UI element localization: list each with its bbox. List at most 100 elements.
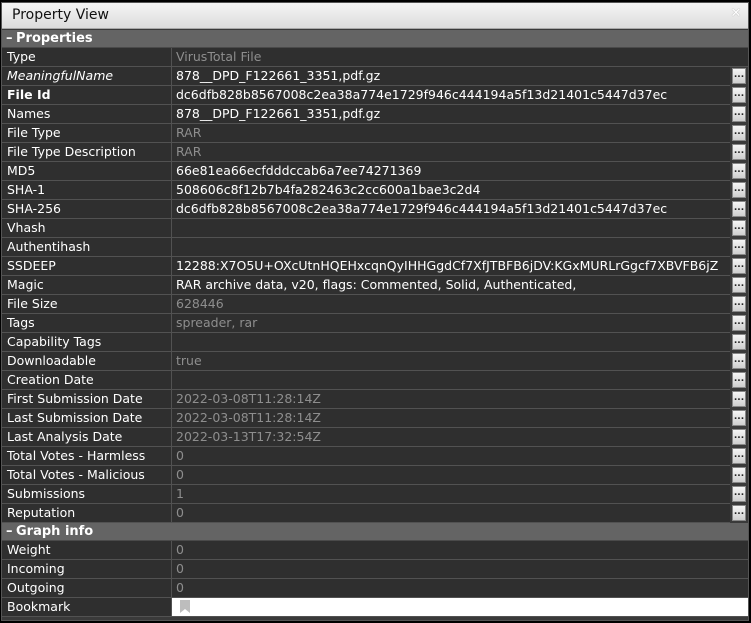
property-value[interactable]: dc6dfb828b8567008c2ea38a774e1729f946c444…	[172, 200, 730, 219]
property-name: Tags	[2, 314, 172, 333]
ellipsis-button[interactable]: ...	[732, 391, 746, 407]
ellipsis-button[interactable]: ...	[732, 201, 746, 217]
property-row: Total Votes - Harmless 0...	[2, 447, 748, 466]
ellipsis-button[interactable]: ...	[732, 315, 746, 331]
property-name: Vhash	[2, 219, 172, 238]
property-name: Last Analysis Date	[2, 428, 172, 447]
property-value[interactable]: 878__DPD_F122661_3351,pdf.gz	[172, 105, 730, 124]
graph-row: Weight 0	[2, 541, 748, 560]
ellipsis-button[interactable]: ...	[732, 505, 746, 521]
collapse-icon[interactable]: –	[6, 30, 16, 48]
property-value[interactable]	[172, 238, 730, 257]
section-graph-info[interactable]: – Graph info	[2, 523, 748, 541]
property-row: SSDEEP 12288:X7O5U+OXcUtnHQEHxcqnQyIHHGgd…	[2, 257, 748, 276]
property-row: MD5 66e81ea66ecfdddccab6a7ee74271369...	[2, 162, 748, 181]
ellipsis-button[interactable]: ...	[732, 182, 746, 198]
property-value[interactable]	[172, 371, 730, 390]
ellipsis-button[interactable]: ...	[732, 163, 746, 179]
property-row: File Id dc6dfb828b8567008c2ea38a774e1729f…	[2, 86, 748, 105]
property-row: Reputation 0...	[2, 504, 748, 523]
ellipsis-button[interactable]: ...	[732, 448, 746, 464]
ellipsis-button[interactable]: ...	[732, 372, 746, 388]
section-graph-info-label: Graph info	[16, 524, 94, 539]
ellipsis-button[interactable]: ...	[732, 353, 746, 369]
ellipsis-button[interactable]: ...	[732, 410, 746, 426]
ellipsis-button[interactable]: ...	[732, 429, 746, 445]
property-value[interactable]: RAR	[172, 143, 730, 162]
property-row: File Type RAR...	[2, 124, 748, 143]
property-value[interactable]: RAR archive data, v20, flags: Commented,…	[172, 276, 730, 295]
property-name: Total Votes - Malicious	[2, 466, 172, 485]
property-row: Downloadable true...	[2, 352, 748, 371]
property-value[interactable]: spreader, rar	[172, 314, 730, 333]
ellipsis-button[interactable]: ...	[732, 296, 746, 312]
property-row: Creation Date...	[2, 371, 748, 390]
property-name: Capability Tags	[2, 333, 172, 352]
property-value[interactable]: VirusTotal File	[172, 48, 748, 67]
section-properties-label: Properties	[16, 31, 93, 46]
property-value[interactable]: 2022-03-08T11:28:14Z	[172, 409, 730, 428]
section-properties[interactable]: – Properties	[2, 30, 748, 48]
ellipsis-button[interactable]: ...	[732, 467, 746, 483]
ellipsis-button[interactable]: ...	[732, 144, 746, 160]
ellipsis-button[interactable]: ...	[732, 258, 746, 274]
property-row: Magic RAR archive data, v20, flags: Comme…	[2, 276, 748, 295]
property-name: SSDEEP	[2, 257, 172, 276]
property-value[interactable]: 2022-03-13T17:32:54Z	[172, 428, 730, 447]
property-name: File Id	[2, 86, 172, 105]
property-value[interactable]: 0	[172, 504, 730, 523]
property-value[interactable]: 0	[172, 447, 730, 466]
property-name: Type	[2, 48, 172, 67]
property-value[interactable]: 628446	[172, 295, 730, 314]
property-value[interactable]: 0	[172, 560, 748, 579]
property-name: Bookmark	[2, 598, 172, 617]
property-value[interactable]: 66e81ea66ecfdddccab6a7ee74271369	[172, 162, 730, 181]
property-row: File Type Description RAR...	[2, 143, 748, 162]
property-row: Names 878__DPD_F122661_3351,pdf.gz...	[2, 105, 748, 124]
collapse-icon[interactable]: –	[6, 523, 16, 541]
ellipsis-button[interactable]: ...	[732, 486, 746, 502]
property-name: File Type	[2, 124, 172, 143]
ellipsis-button[interactable]: ...	[732, 68, 746, 84]
property-name: Incoming	[2, 560, 172, 579]
property-value[interactable]: 508606c8f12b7b4fa282463c2cc600a1bae3c2d4	[172, 181, 730, 200]
property-name: Reputation	[2, 504, 172, 523]
ellipsis-button[interactable]: ...	[732, 125, 746, 141]
property-value[interactable]: true	[172, 352, 730, 371]
ellipsis-button[interactable]: ...	[732, 220, 746, 236]
bookmark-icon[interactable]	[180, 600, 190, 613]
ellipsis-button[interactable]: ...	[732, 87, 746, 103]
property-value[interactable]: 0	[172, 466, 730, 485]
property-name: Weight	[2, 541, 172, 560]
property-name: Downloadable	[2, 352, 172, 371]
property-value[interactable]: 12288:X7O5U+OXcUtnHQEHxcqnQyIHHGgdCf7XfJ…	[172, 257, 730, 276]
property-name: MeaningfulName	[2, 67, 172, 86]
ellipsis-button[interactable]: ...	[732, 106, 746, 122]
property-name: Names	[2, 105, 172, 124]
graph-row: Incoming 0	[2, 560, 748, 579]
property-value[interactable]: 878__DPD_F122661_3351,pdf.gz	[172, 67, 730, 86]
graph-info-rows: Weight 0 Incoming 0 Outgoing 0	[2, 541, 748, 598]
property-row: Last Submission Date 2022-03-08T11:28:14Z…	[2, 409, 748, 428]
property-value[interactable]	[172, 333, 730, 352]
property-name: SHA-256	[2, 200, 172, 219]
property-row: File Size 628446...	[2, 295, 748, 314]
title-bar[interactable]: Property View ✕	[2, 3, 748, 29]
bookmark-value[interactable]	[172, 598, 748, 617]
ellipsis-button[interactable]: ...	[732, 277, 746, 293]
property-row: Submissions 1...	[2, 485, 748, 504]
property-row: SHA-1 508606c8f12b7b4fa282463c2cc600a1bae…	[2, 181, 748, 200]
property-value[interactable]: 0	[172, 579, 748, 598]
ellipsis-button[interactable]: ...	[732, 334, 746, 350]
ellipsis-button[interactable]: ...	[732, 239, 746, 255]
property-value[interactable]: 0	[172, 541, 748, 560]
property-value[interactable]: RAR	[172, 124, 730, 143]
property-value[interactable]	[172, 219, 730, 238]
property-grid: – Properties Type VirusTotal File Meaningfu…	[2, 30, 748, 617]
property-name: File Type Description	[2, 143, 172, 162]
property-value[interactable]: dc6dfb828b8567008c2ea38a774e1729f946c444…	[172, 86, 730, 105]
property-value[interactable]: 2022-03-08T11:28:14Z	[172, 390, 730, 409]
property-row: Last Analysis Date 2022-03-13T17:32:54Z..…	[2, 428, 748, 447]
close-icon[interactable]: ✕	[729, 7, 743, 21]
property-value[interactable]: 1	[172, 485, 730, 504]
